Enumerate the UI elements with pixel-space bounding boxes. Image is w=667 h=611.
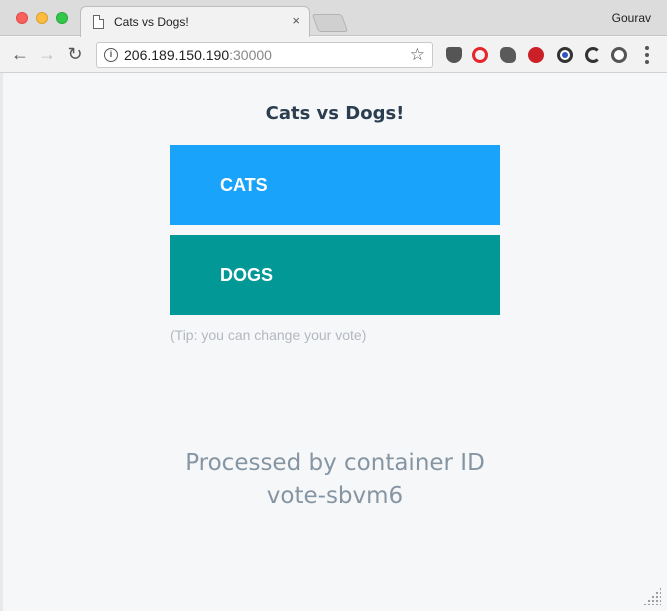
- browser-toolbar: ← → ↻ i 206.189.150.190:30000 ☆: [0, 37, 667, 73]
- new-tab-button[interactable]: [311, 14, 349, 32]
- bookmark-star-icon[interactable]: ☆: [410, 45, 425, 65]
- tab-title: Cats vs Dogs!: [114, 15, 189, 29]
- forward-icon[interactable]: →: [36, 43, 58, 65]
- container-id: vote-sbvm6: [266, 483, 404, 509]
- reload-icon[interactable]: ↻: [64, 43, 86, 65]
- extension-icon[interactable]: [611, 47, 627, 63]
- page-content: Cats vs Dogs! CATS DOGS (Tip: you can ch…: [3, 73, 667, 611]
- vote-cats-button[interactable]: CATS: [170, 145, 500, 225]
- pocket-extension-icon[interactable]: [446, 47, 462, 63]
- evernote-extension-icon[interactable]: [500, 47, 516, 63]
- vote-dogs-button[interactable]: DOGS: [170, 235, 500, 315]
- processed-label: Processed by container ID: [185, 450, 485, 476]
- window-maximize-button[interactable]: [56, 12, 68, 24]
- resize-grip-icon[interactable]: [643, 587, 661, 605]
- profile-name[interactable]: Gourav: [612, 11, 651, 25]
- sync-extension-icon[interactable]: [585, 47, 601, 63]
- vote-tip: (Tip: you can change your vote): [170, 327, 367, 343]
- url-host: 206.189.150.190: [124, 47, 230, 63]
- url-port: :30000: [229, 47, 272, 63]
- tab-close-icon[interactable]: ×: [292, 13, 300, 29]
- opera-extension-icon[interactable]: [472, 47, 488, 63]
- menu-icon[interactable]: [645, 46, 649, 64]
- back-icon[interactable]: ←: [9, 43, 31, 65]
- page-icon: [93, 15, 104, 29]
- pinterest-extension-icon[interactable]: [528, 47, 544, 63]
- info-icon[interactable]: i: [104, 48, 118, 62]
- window-minimize-button[interactable]: [36, 12, 48, 24]
- window-close-button[interactable]: [16, 12, 28, 24]
- url-text[interactable]: 206.189.150.190:30000: [124, 47, 272, 63]
- ghostery-extension-icon[interactable]: [557, 47, 573, 63]
- container-id-info: Processed by container ID vote-sbvm6: [3, 447, 667, 513]
- tab-strip: Cats vs Dogs! × Gourav: [0, 0, 667, 37]
- address-bar[interactable]: i 206.189.150.190:30000 ☆: [96, 42, 433, 68]
- page-title: Cats vs Dogs!: [265, 103, 405, 124]
- tab-cats-vs-dogs[interactable]: Cats vs Dogs! ×: [80, 6, 310, 37]
- browser-window: Cats vs Dogs! × Gourav ← → ↻ i 206.189.1…: [0, 0, 667, 611]
